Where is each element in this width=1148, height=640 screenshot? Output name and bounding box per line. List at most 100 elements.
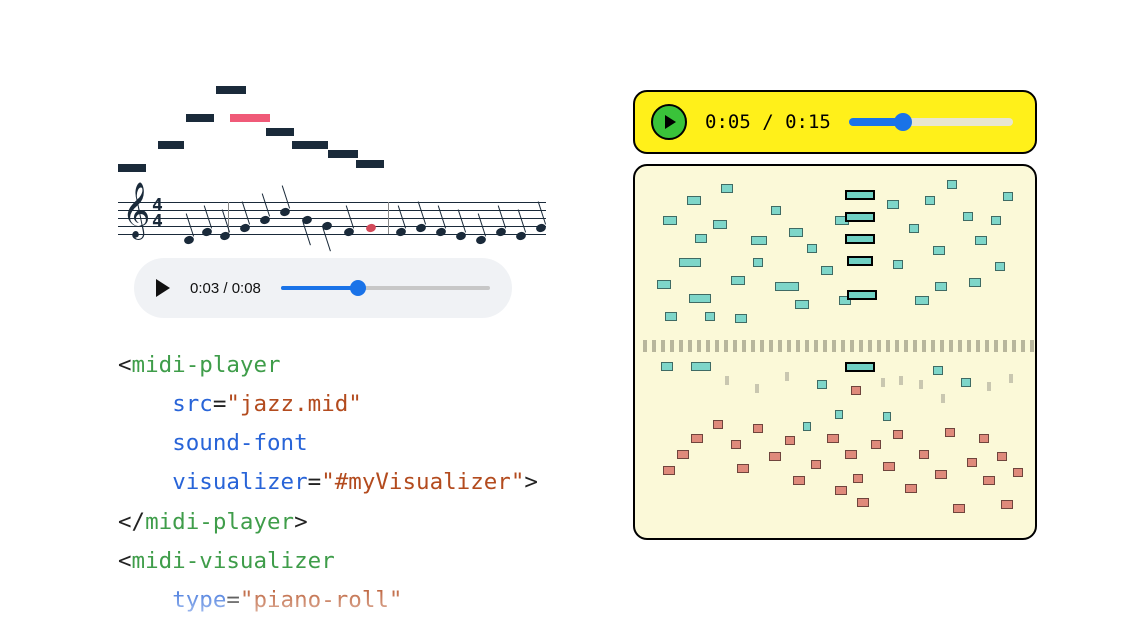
audio-player-small: 0:03 / 0:08	[134, 258, 512, 318]
roll-note	[899, 376, 903, 385]
roll-note	[883, 412, 891, 421]
roll-note	[665, 312, 677, 321]
staff-note	[201, 227, 213, 238]
roll-note	[969, 278, 981, 287]
roll-note	[995, 262, 1005, 271]
staff-note	[455, 231, 467, 242]
roll-note	[735, 314, 747, 323]
roll-note	[695, 234, 707, 243]
roll-note	[687, 196, 701, 205]
roll-note	[769, 452, 781, 461]
staff-note	[435, 227, 447, 238]
right-demo-panel: 0:05 / 0:15	[633, 90, 1037, 540]
roll-note	[789, 228, 803, 237]
note-block	[266, 128, 294, 136]
staff-note	[219, 231, 231, 242]
staff-note	[475, 235, 487, 246]
roll-note	[933, 246, 945, 255]
roll-note	[793, 476, 805, 485]
roll-note	[785, 436, 795, 445]
seek-track[interactable]	[849, 118, 1013, 126]
note-block	[328, 150, 358, 158]
time-display: 0:05 / 0:15	[705, 111, 831, 133]
staff-note	[279, 207, 291, 218]
roll-note	[821, 266, 833, 275]
seek-thumb[interactable]	[350, 280, 366, 296]
roll-note	[827, 434, 839, 443]
seek-thumb[interactable]	[894, 113, 912, 131]
roll-note	[905, 484, 917, 493]
staff-note	[343, 227, 355, 238]
staff-note	[515, 231, 527, 242]
roll-note	[915, 296, 929, 305]
roll-note	[963, 212, 973, 221]
roll-note	[871, 440, 881, 449]
time-display: 0:03 / 0:08	[190, 280, 261, 297]
roll-note	[811, 460, 821, 469]
play-button[interactable]	[651, 104, 687, 140]
staff-note	[395, 227, 407, 238]
roll-note	[1009, 374, 1013, 383]
roll-note	[817, 380, 827, 389]
roll-note	[835, 410, 843, 419]
roll-note	[925, 196, 935, 205]
roll-note	[941, 394, 945, 403]
roll-note	[847, 256, 873, 266]
time-signature: 4 4	[152, 198, 163, 230]
staff-note	[415, 223, 427, 234]
roll-note	[661, 362, 673, 371]
staff-note	[259, 215, 271, 226]
roll-note	[835, 486, 847, 495]
staff-note	[535, 223, 547, 234]
roll-note	[845, 450, 857, 459]
roll-note	[755, 384, 759, 393]
roll-note	[987, 382, 991, 391]
roll-note	[751, 236, 767, 245]
roll-note	[785, 372, 789, 381]
roll-note	[887, 200, 899, 209]
music-staff: 𝄞 4 4	[118, 192, 546, 248]
roll-note	[947, 180, 957, 189]
roll-note	[845, 362, 875, 372]
note-block	[356, 160, 384, 168]
roll-note	[689, 294, 711, 303]
roll-note	[795, 300, 809, 309]
roll-note	[845, 212, 875, 222]
roll-note	[845, 190, 875, 200]
note-block	[292, 141, 328, 149]
roll-note	[753, 424, 763, 433]
staff-note	[239, 223, 251, 234]
roll-note	[881, 378, 885, 387]
code-snippet: <midi-player src="jazz.mid" sound-font v…	[118, 346, 578, 620]
roll-note	[893, 260, 903, 269]
staff-note	[301, 215, 313, 226]
play-button[interactable]	[156, 279, 170, 297]
staff-note	[183, 235, 195, 246]
roll-note	[975, 236, 987, 245]
note-block	[216, 86, 246, 94]
note-block	[158, 141, 184, 149]
roll-note	[679, 258, 701, 267]
roll-note	[853, 474, 863, 483]
roll-note	[851, 386, 861, 395]
staff-note	[365, 223, 377, 234]
note-block	[186, 114, 214, 122]
roll-note	[771, 206, 781, 215]
roll-note	[691, 434, 703, 443]
roll-note	[807, 244, 817, 253]
roll-note	[721, 184, 733, 193]
roll-note	[883, 462, 895, 471]
roll-note	[753, 258, 763, 267]
roll-note	[663, 466, 675, 475]
seek-track[interactable]	[281, 286, 490, 290]
roll-note	[1001, 500, 1013, 509]
roll-note	[1013, 468, 1023, 477]
staff-note	[495, 227, 507, 238]
staff-note	[321, 221, 333, 232]
roll-note	[967, 458, 977, 467]
roll-note	[997, 452, 1007, 461]
audio-player-yellow: 0:05 / 0:15	[633, 90, 1037, 154]
roll-note	[919, 450, 929, 459]
note-block	[118, 164, 146, 172]
roll-note	[909, 224, 919, 233]
